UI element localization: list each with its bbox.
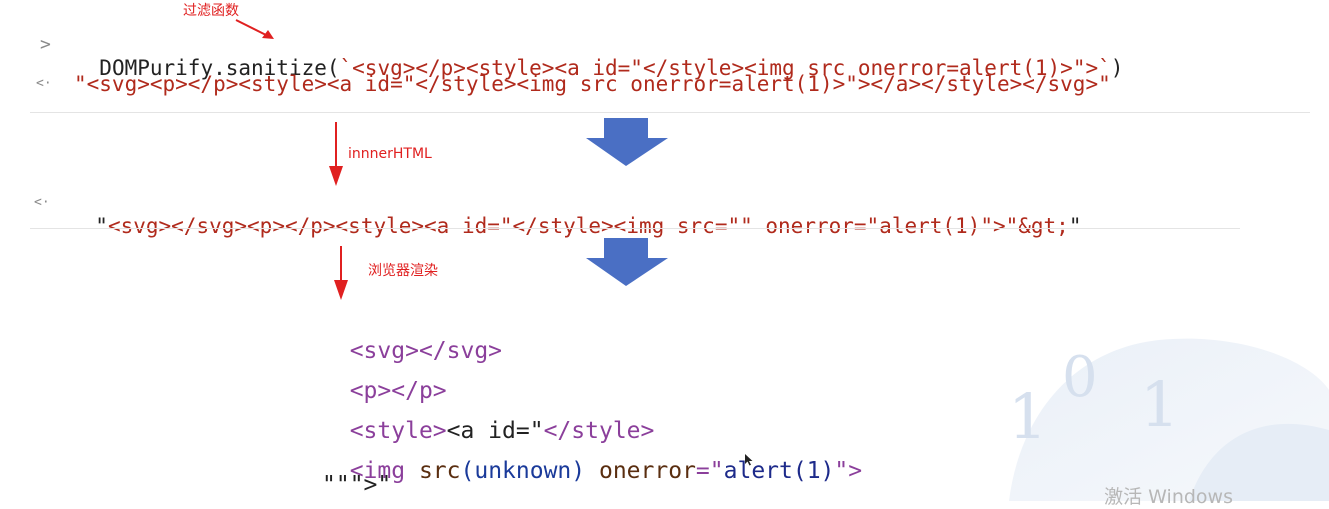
innerhtml-arrow-icon: [329, 122, 343, 186]
mouse-cursor-icon: [745, 454, 753, 466]
dom-img-onerror-attr: onerror: [598, 458, 696, 484]
console-output-prompt-2: <·: [34, 195, 50, 210]
console-output-innerhtml: "<svg></svg><p></p><style><a id="</style…: [70, 190, 1081, 238]
dom-img-src-attr: src: [418, 458, 461, 484]
annotation-browser-render: 浏览器渲染: [368, 263, 438, 279]
watermark-digit-0: 0: [1062, 345, 1098, 410]
console-separator: [30, 112, 1310, 113]
output-innerhtml-string: <svg></svg><p></p><style><a id="</style>…: [107, 214, 1069, 238]
console-output-sanitized: "<svg><p></p><style><a id="</style><img …: [74, 72, 1111, 96]
sanitize-call-suffix: ): [1110, 56, 1124, 80]
activate-windows-text: 激活 Windows: [1104, 486, 1233, 508]
dom-line-text-node: """>": [322, 472, 392, 498]
console-separator-2: [30, 228, 1240, 229]
dom-img-tag-close: >: [848, 458, 863, 484]
dom-line-img: <img src(unknown) onerror="alert(1)">: [322, 432, 862, 484]
output-quote-close: ": [1068, 214, 1082, 238]
annotation-innerhtml: innnerHTML: [348, 146, 432, 162]
dom-img-src-value: (unknown): [460, 458, 586, 484]
down-arrow-icon-2: [586, 238, 668, 286]
output-quote-open: ": [95, 214, 108, 238]
dom-img-eq: =": [695, 458, 724, 484]
dom-img-quote-close: ": [834, 458, 849, 484]
down-arrow-icon: [586, 118, 668, 166]
watermark-digit-1: 1: [1008, 380, 1048, 453]
annotation-filter-function: 过滤函数: [183, 3, 239, 19]
render-arrow-icon: [334, 246, 348, 300]
watermark-digit-1b: 1: [1140, 368, 1180, 441]
dom-img-onerror-value: alert(1): [723, 458, 835, 484]
console-output-prompt: <·: [36, 76, 52, 91]
console-input-prompt: >: [40, 34, 51, 55]
